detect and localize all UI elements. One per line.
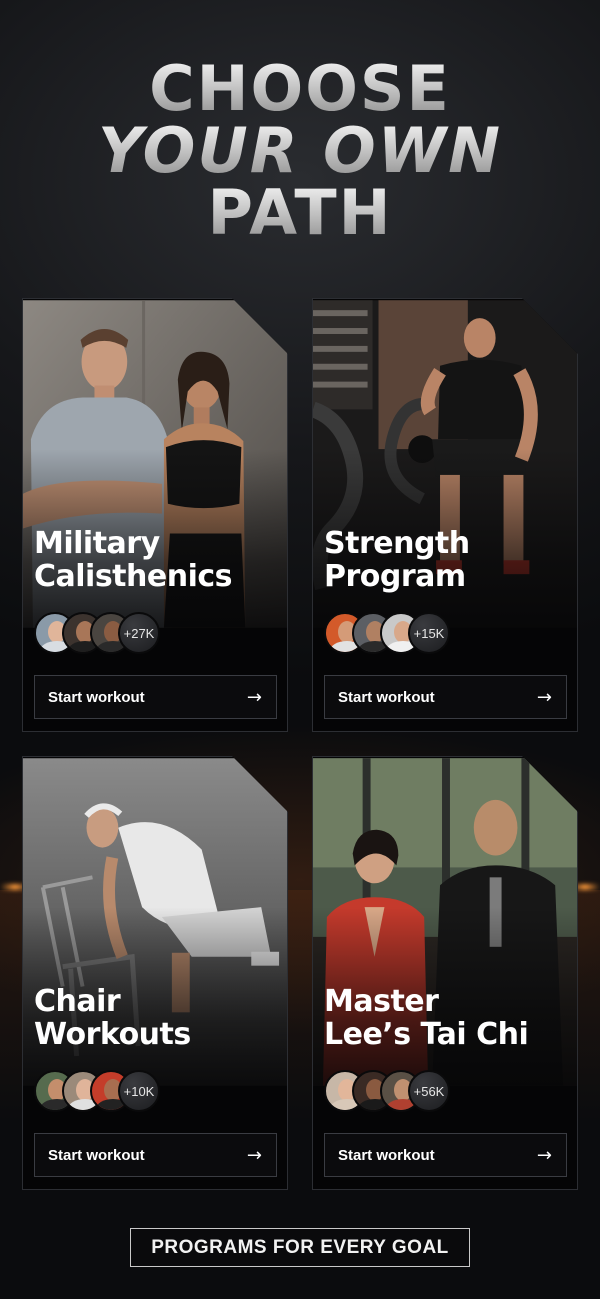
participant-count: +15K bbox=[408, 612, 450, 654]
program-card-military-calisthenics[interactable]: Military Calisthenics +27K Start workout… bbox=[22, 298, 288, 732]
program-card-master-lee-tai-chi[interactable]: Master Lee’s Tai Chi +56K Start workout … bbox=[312, 756, 578, 1190]
start-workout-button[interactable]: Start workout → bbox=[324, 675, 567, 719]
start-workout-button[interactable]: Start workout → bbox=[34, 1133, 277, 1177]
participant-avatars: +56K bbox=[324, 1070, 450, 1114]
arrow-right-icon: → bbox=[536, 1144, 552, 1166]
button-label: Start workout bbox=[48, 1146, 145, 1164]
arrow-right-icon: → bbox=[246, 1144, 262, 1166]
program-card-chair-workouts[interactable]: Chair Workouts +10K Start workout → bbox=[22, 756, 288, 1190]
arrow-right-icon: → bbox=[246, 686, 262, 708]
participant-avatars: +27K bbox=[34, 612, 160, 656]
card-title: Master Lee’s Tai Chi bbox=[324, 984, 529, 1052]
headline-line-3: PATH bbox=[0, 182, 600, 244]
card-title: Chair Workouts bbox=[34, 984, 191, 1052]
card-title: Military Calisthenics bbox=[34, 526, 233, 594]
participant-avatars: +10K bbox=[34, 1070, 160, 1114]
button-label: Start workout bbox=[338, 1146, 435, 1164]
start-workout-button[interactable]: Start workout → bbox=[34, 675, 277, 719]
participant-count: +10K bbox=[118, 1070, 160, 1112]
program-card-strength-program[interactable]: Strength Program +15K Start workout → bbox=[312, 298, 578, 732]
headline-line-1: CHOOSE bbox=[0, 58, 600, 120]
arrow-right-icon: → bbox=[536, 686, 552, 708]
participant-avatars: +15K bbox=[324, 612, 450, 656]
button-label: Start workout bbox=[48, 688, 145, 706]
button-label: Start workout bbox=[338, 688, 435, 706]
headline: CHOOSE YOUR OWN PATH bbox=[0, 58, 600, 244]
programs-badge: PROGRAMS FOR EVERY GOAL bbox=[130, 1228, 470, 1267]
headline-line-2: YOUR OWN bbox=[0, 120, 600, 182]
card-title: Strength Program bbox=[324, 526, 470, 594]
start-workout-button[interactable]: Start workout → bbox=[324, 1133, 567, 1177]
participant-count: +27K bbox=[118, 612, 160, 654]
participant-count: +56K bbox=[408, 1070, 450, 1112]
